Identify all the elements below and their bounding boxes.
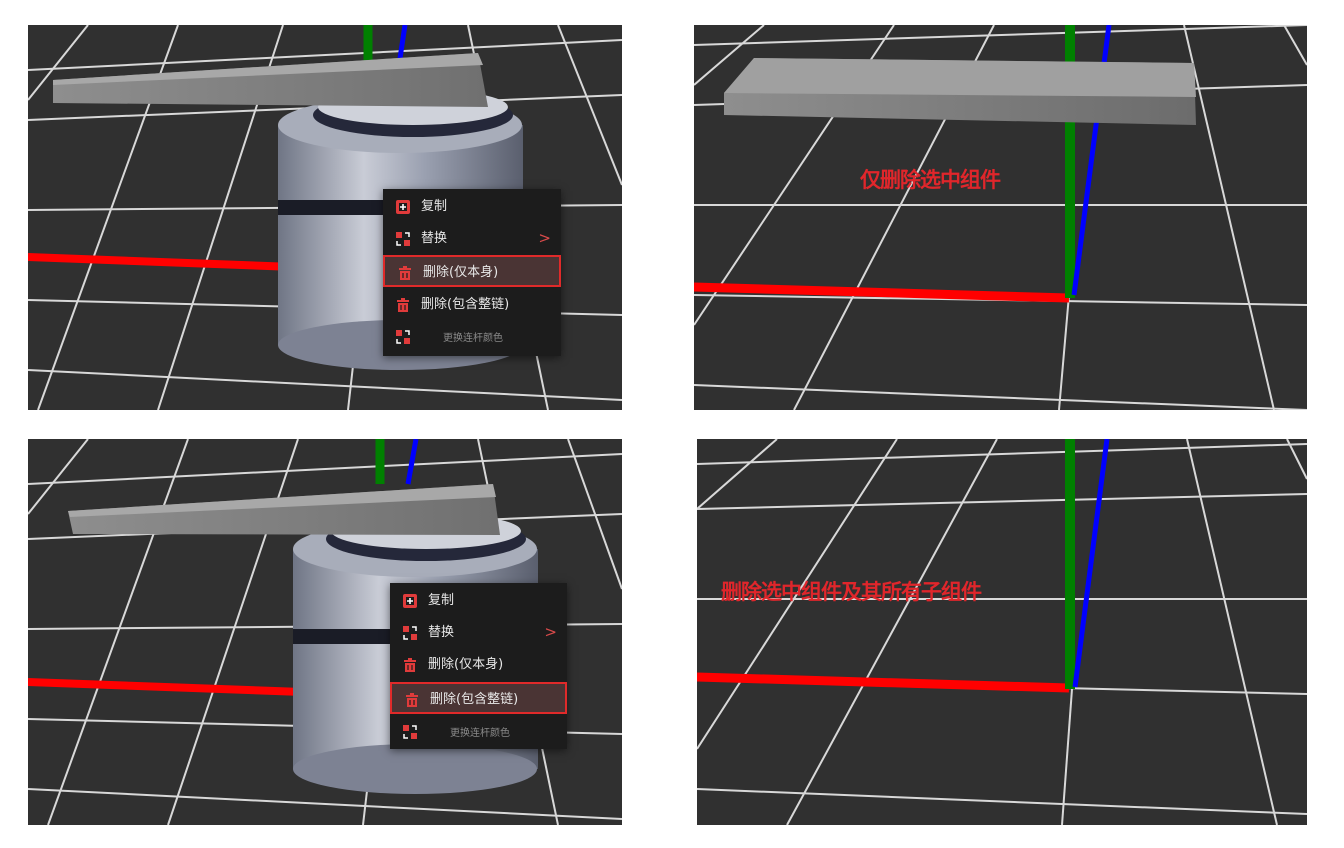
- replace-icon: [403, 626, 417, 640]
- menu-item-label: 删除(包含整链): [430, 692, 519, 707]
- menu-item-copy[interactable]: 复制: [390, 585, 567, 617]
- menu-item-replace[interactable]: 替换 >: [390, 617, 567, 649]
- axis-z: [405, 439, 419, 485]
- chevron-right-icon: >: [544, 623, 557, 641]
- menu-item-change-link-color[interactable]: 更换连杆颜色: [390, 716, 567, 748]
- menu-item-label: 复制: [421, 199, 448, 214]
- trash-icon: [404, 658, 416, 672]
- menu-item-label: 复制: [428, 593, 455, 608]
- replace-icon: [396, 330, 410, 344]
- copy-icon: [403, 594, 417, 608]
- menu-item-label: 删除(包含整链): [421, 297, 510, 312]
- viewport-bottom-right[interactable]: 删除选中组件及其所有子组件: [697, 439, 1307, 825]
- context-menu: 复制 替换 > 删除(仅本身) 删除(包含整链) 更换连杆颜色: [390, 583, 567, 749]
- viewport-top-right[interactable]: 仅删除选中组件: [694, 25, 1307, 410]
- menu-item-delete-chain[interactable]: 删除(包含整链): [383, 289, 561, 321]
- menu-item-label: 删除(仅本身): [428, 657, 504, 672]
- grid-lines: [697, 439, 1307, 825]
- menu-item-replace[interactable]: 替换 >: [383, 223, 561, 255]
- chevron-right-icon: >: [538, 229, 551, 247]
- annotation-caption: 删除选中组件及其所有子组件: [721, 580, 982, 604]
- replace-icon: [403, 725, 417, 739]
- menu-item-label: 更换连杆颜色: [450, 728, 510, 739]
- menu-item-change-link-color[interactable]: 更换连杆颜色: [383, 321, 561, 353]
- annotation-caption: 仅删除选中组件: [860, 168, 1001, 192]
- trash-icon: [406, 693, 418, 707]
- scene-canvas[interactable]: [694, 25, 1307, 410]
- plate-link: [724, 58, 1196, 125]
- viewport-top-left[interactable]: 复制 替换 > 删除(仅本身) 删除(包含整链) 更换连杆颜色: [28, 25, 622, 410]
- copy-icon: [396, 200, 410, 214]
- menu-item-label: 删除(仅本身): [423, 265, 499, 280]
- viewport-bottom-left[interactable]: 复制 替换 > 删除(仅本身) 删除(包含整链) 更换连杆颜色: [28, 439, 622, 825]
- plate-link: [68, 484, 500, 535]
- menu-item-copy[interactable]: 复制: [383, 191, 561, 223]
- trash-icon: [399, 266, 411, 280]
- axis-z: [1072, 439, 1110, 688]
- menu-item-label: 替换: [428, 625, 455, 640]
- scene-canvas[interactable]: [697, 439, 1307, 825]
- menu-item-delete-self[interactable]: 删除(仅本身): [383, 255, 561, 287]
- menu-item-delete-chain[interactable]: 删除(包含整链): [390, 682, 567, 714]
- replace-icon: [396, 232, 410, 246]
- trash-icon: [397, 298, 409, 312]
- context-menu: 复制 替换 > 删除(仅本身) 删除(包含整链) 更换连杆颜色: [383, 189, 561, 356]
- menu-item-delete-self[interactable]: 删除(仅本身): [390, 649, 567, 681]
- menu-item-label: 替换: [421, 231, 448, 246]
- menu-item-label: 更换连杆颜色: [443, 333, 503, 344]
- axis-x: [697, 672, 1070, 693]
